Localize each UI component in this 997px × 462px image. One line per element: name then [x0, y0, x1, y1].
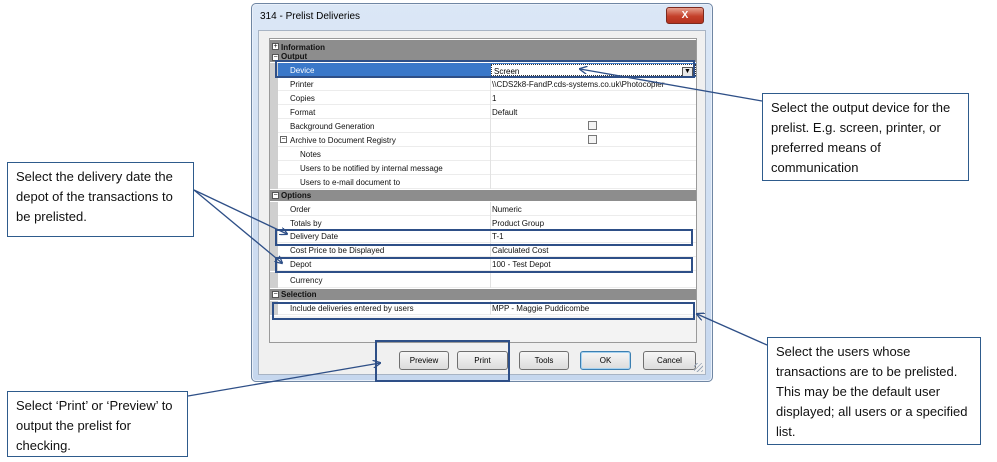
- arrow-to-depot: [193, 189, 282, 263]
- arrow-to-device: [580, 69, 763, 102]
- arrow-to-delivery-date: [193, 189, 287, 234]
- arrow-to-buttons: [187, 363, 380, 397]
- annotation-arrows: [187, 0, 768, 397]
- arrow-to-include-users: [697, 314, 768, 346]
